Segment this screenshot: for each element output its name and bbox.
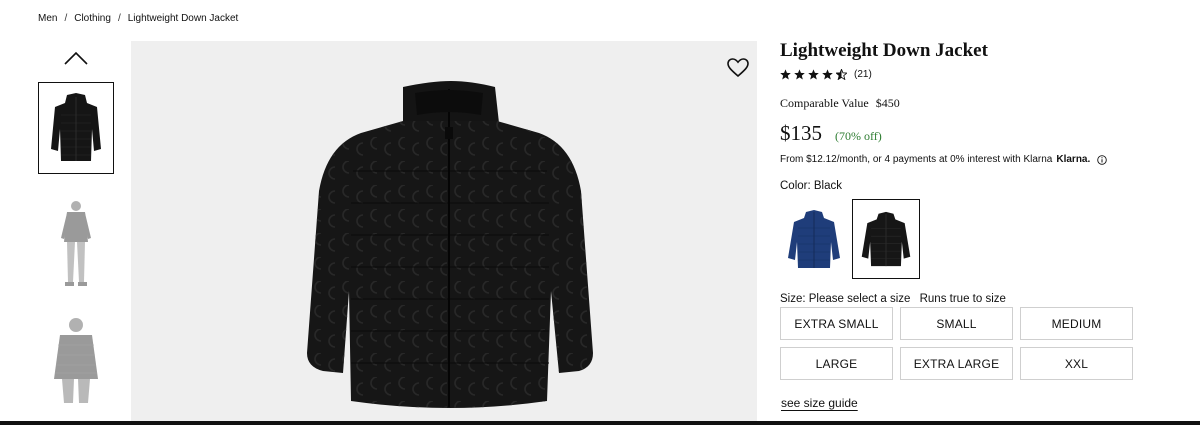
black-jacket-swatch-image [861, 211, 911, 267]
star-half-icon [836, 69, 847, 80]
navy-jacket-swatch-image [788, 210, 840, 268]
comparable-value-label: Comparable Value [780, 96, 869, 110]
info-icon[interactable] [1097, 154, 1108, 165]
star-full-icon [808, 69, 819, 80]
product-title: Lightweight Down Jacket [780, 40, 988, 61]
breadcrumb-clothing[interactable]: Clothing [74, 13, 111, 24]
sale-price: $135 [780, 121, 822, 145]
price-row: $135 (70% off) [780, 121, 882, 146]
size-guide-link[interactable]: see size guide [781, 396, 858, 410]
thumbnail-model-full-body[interactable] [38, 197, 114, 289]
breadcrumb-men[interactable]: Men [38, 13, 57, 24]
size-label: Size: Please select a size Runs true to … [780, 293, 1006, 305]
size-button-extra-large[interactable]: EXTRA LARGE [900, 347, 1013, 380]
model-back-thumbnail-image [54, 318, 98, 403]
klarna-financing: From $12.12/month, or 4 payments at 0% i… [780, 154, 1108, 165]
color-label: Color: Black [780, 180, 842, 192]
breadcrumb: Men / Clothing / Lightweight Down Jacket [38, 13, 238, 24]
jacket-thumbnail-image [51, 93, 101, 161]
heart-icon[interactable] [727, 58, 749, 78]
klarna-logo: Klarna. [1056, 154, 1091, 165]
comparable-value-amount: $450 [875, 96, 900, 110]
review-count[interactable]: (21) [854, 69, 872, 80]
size-button-extra-small[interactable]: EXTRA SMALL [780, 307, 893, 340]
chevron-up-icon[interactable] [63, 50, 89, 66]
page-bottom-divider [0, 421, 1200, 425]
model-thumbnail-image [61, 201, 91, 286]
size-prompt: Size: Please select a size [780, 293, 911, 305]
color-swatch-navy[interactable] [780, 199, 848, 279]
jacket-main-image [307, 81, 593, 408]
color-swatch-black[interactable] [852, 199, 920, 279]
discount-badge: (70% off) [835, 129, 882, 143]
size-button-small[interactable]: SMALL [900, 307, 1013, 340]
size-button-xxl[interactable]: XXL [1020, 347, 1133, 380]
size-fit-hint: Runs true to size [919, 293, 1006, 305]
breadcrumb-separator: / [117, 13, 121, 24]
star-full-icon [794, 69, 805, 80]
breadcrumb-separator: / [64, 13, 68, 24]
star-full-icon [822, 69, 833, 80]
thumbnail-model-back[interactable] [38, 312, 114, 404]
thumbnail-jacket-front[interactable] [38, 82, 114, 174]
size-button-medium[interactable]: MEDIUM [1020, 307, 1133, 340]
main-product-image[interactable] [131, 41, 757, 425]
star-full-icon [780, 69, 791, 80]
product-rating[interactable]: (21) [780, 69, 872, 80]
klarna-text: From $12.12/month, or 4 payments at 0% i… [780, 154, 1053, 165]
comparable-value: Comparable Value $450 [780, 96, 900, 111]
breadcrumb-current[interactable]: Lightweight Down Jacket [128, 13, 239, 24]
size-button-large[interactable]: LARGE [780, 347, 893, 380]
